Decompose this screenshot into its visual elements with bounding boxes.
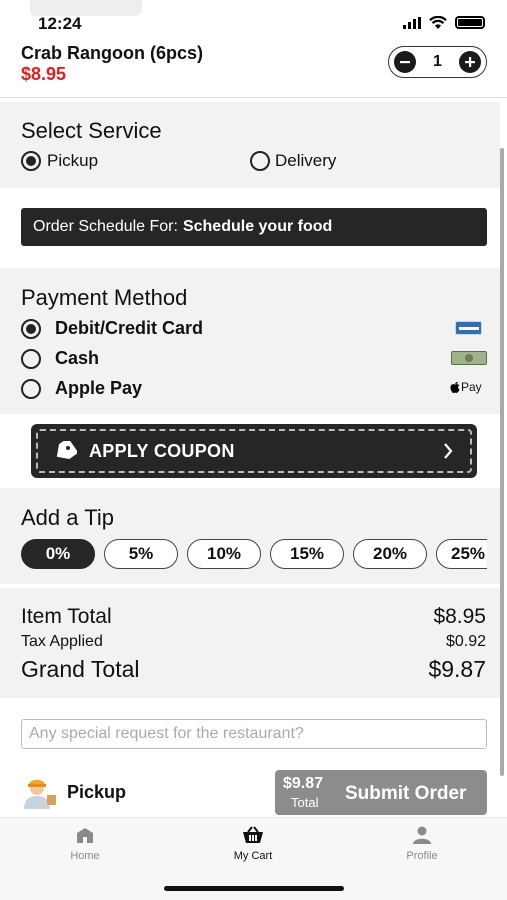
cart-item-price: $8.95 (21, 64, 67, 84)
signal-icon (403, 16, 421, 29)
radio-unselected-icon (21, 378, 41, 399)
tab-label: Profile (406, 850, 438, 862)
status-bar: 12:24 (0, 0, 507, 38)
status-time: 12:24 (38, 14, 82, 33)
tip-option-20[interactable]: 20% (353, 539, 427, 569)
service-option-label: Delivery (275, 151, 337, 170)
service-option-delivery[interactable]: Delivery (250, 151, 336, 171)
quantity-value: 1 (433, 53, 442, 70)
wifi-icon (429, 16, 447, 29)
tip-option-15[interactable]: 15% (270, 539, 344, 569)
grand-total-value: $9.87 (428, 656, 486, 682)
tip-option-10[interactable]: 10% (187, 539, 261, 569)
tag-icon (56, 441, 77, 459)
tip-title: Add a Tip (21, 505, 114, 530)
pickup-person-icon (20, 775, 58, 809)
payment-option-card[interactable]: Debit/Credit Card (21, 318, 203, 339)
service-option-label: Pickup (47, 151, 99, 170)
tip-option-25[interactable]: 25% (436, 539, 487, 569)
radio-unselected-icon (250, 151, 270, 171)
submit-price: $9.87 (283, 775, 324, 792)
schedule-value: Schedule your food (182, 218, 333, 235)
payment-option-label: Cash (55, 348, 100, 368)
credit-card-icon (455, 321, 482, 335)
service-title: Select Service (21, 118, 162, 143)
item-total-value: $8.95 (433, 605, 486, 628)
cash-icon (451, 351, 487, 365)
battery-icon (455, 16, 485, 29)
minus-icon (400, 61, 410, 64)
grand-total-label: Grand Total (21, 656, 140, 682)
person-icon (413, 826, 431, 844)
tab-home[interactable]: Home (35, 826, 135, 862)
radio-selected-icon (21, 151, 41, 171)
tab-profile[interactable]: Profile (372, 826, 472, 862)
payment-title: Payment Method (21, 285, 188, 310)
cart-item-name: Crab Rangoon (6pcs) (21, 43, 204, 63)
tip-section: Add a Tip (0, 488, 500, 584)
payment-option-label: Debit/Credit Card (55, 318, 204, 338)
schedule-prefix: Order Schedule For: (33, 218, 178, 235)
radio-selected-icon (21, 318, 41, 339)
tip-option-5[interactable]: 5% (104, 539, 178, 569)
plus-icon (465, 57, 475, 67)
payment-option-label: Apple Pay (55, 378, 143, 398)
chevron-right-icon (444, 443, 453, 459)
tab-my-cart[interactable]: My Cart (203, 826, 303, 862)
service-section: Select Service Pickup Delivery (0, 102, 500, 188)
payment-option-apple-pay[interactable]: Apple Pay (21, 378, 142, 399)
special-request-input[interactable] (21, 719, 487, 749)
totals-section: Item Total $8.95 Tax Applied $0.92 Grand… (0, 588, 500, 698)
item-total-label: Item Total (21, 605, 112, 628)
tax-value: $0.92 (445, 633, 486, 650)
apple-logo-icon (450, 381, 460, 393)
apple-pay-icon: Pay (450, 380, 482, 394)
tax-label: Tax Applied (21, 633, 103, 650)
quantity-stepper: 1 (388, 46, 487, 78)
coupon-label: APPLY COUPON (89, 441, 235, 461)
apple-pay-badge: Pay (461, 380, 482, 394)
status-icons (403, 16, 485, 29)
increase-quantity-button[interactable] (459, 51, 481, 73)
submit-total-label: Total (291, 795, 319, 810)
tab-label: My Cart (233, 850, 273, 862)
tab-label: Home (70, 850, 100, 862)
apply-coupon-button[interactable]: APPLY COUPON (31, 424, 477, 478)
tip-scroll-clip: 25% (436, 539, 487, 569)
basket-icon (243, 826, 263, 843)
order-schedule-button[interactable]: Order Schedule For: Schedule your food (21, 208, 487, 246)
decrease-quantity-button[interactable] (394, 51, 416, 73)
submit-order-label: Submit Order (345, 783, 467, 804)
cart-item-row: Crab Rangoon (6pcs) $8.95 1 (0, 38, 507, 98)
fulfillment-mode-label: Pickup (67, 782, 127, 802)
submit-order-button[interactable]: $9.87 Total Submit Order (275, 770, 487, 815)
payment-option-cash[interactable]: Cash (21, 348, 99, 369)
service-option-pickup[interactable]: Pickup (21, 151, 98, 171)
home-indicator (164, 886, 344, 891)
scrollbar[interactable] (500, 148, 504, 776)
tip-option-0[interactable]: 0% (21, 539, 95, 569)
radio-unselected-icon (21, 348, 41, 369)
home-icon (77, 828, 93, 843)
